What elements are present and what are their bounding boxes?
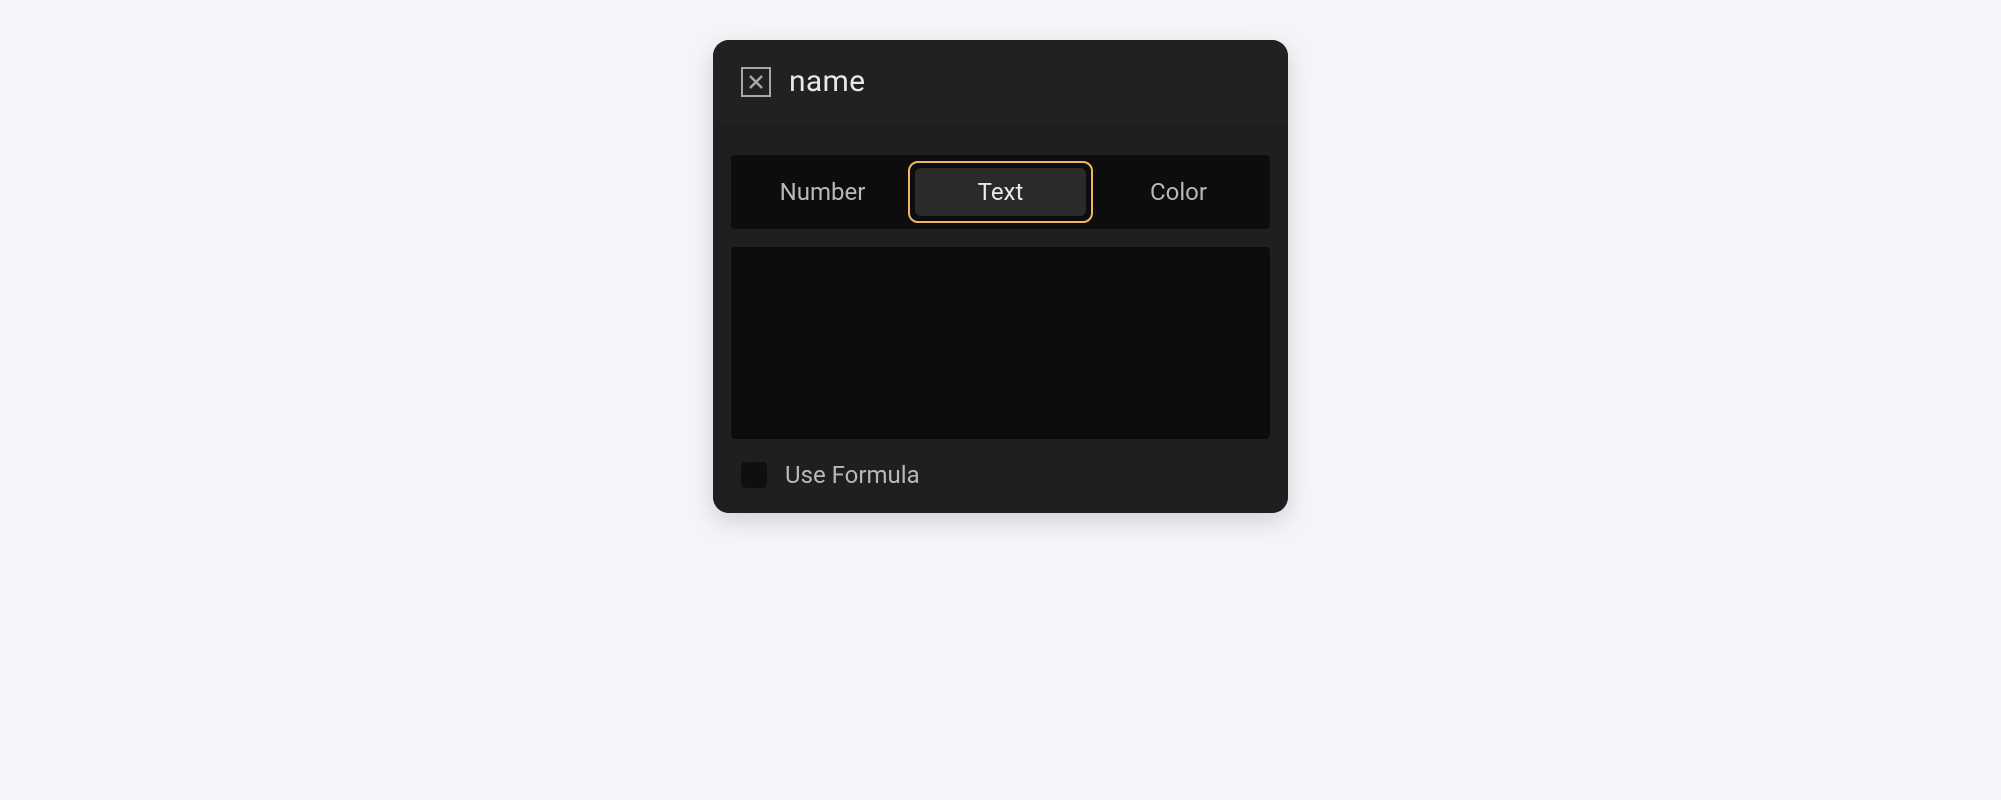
type-tabs: Number Text Color [731,155,1270,229]
tab-number[interactable]: Number [737,164,908,220]
use-formula-checkbox[interactable] [741,462,767,488]
use-formula-label: Use Formula [785,461,920,489]
variable-panel: name Number Text Color Use Formula [713,40,1288,513]
panel-title: name [789,64,865,99]
tab-color[interactable]: Color [1093,164,1264,220]
tab-text[interactable]: Text [915,168,1086,216]
value-input-area[interactable] [731,247,1270,439]
panel-header: name [713,40,1288,125]
panel-body: Number Text Color Use Formula [713,125,1288,513]
variable-icon [741,67,771,97]
footer-row: Use Formula [731,439,1270,513]
tab-active-highlight: Text [908,161,1093,223]
